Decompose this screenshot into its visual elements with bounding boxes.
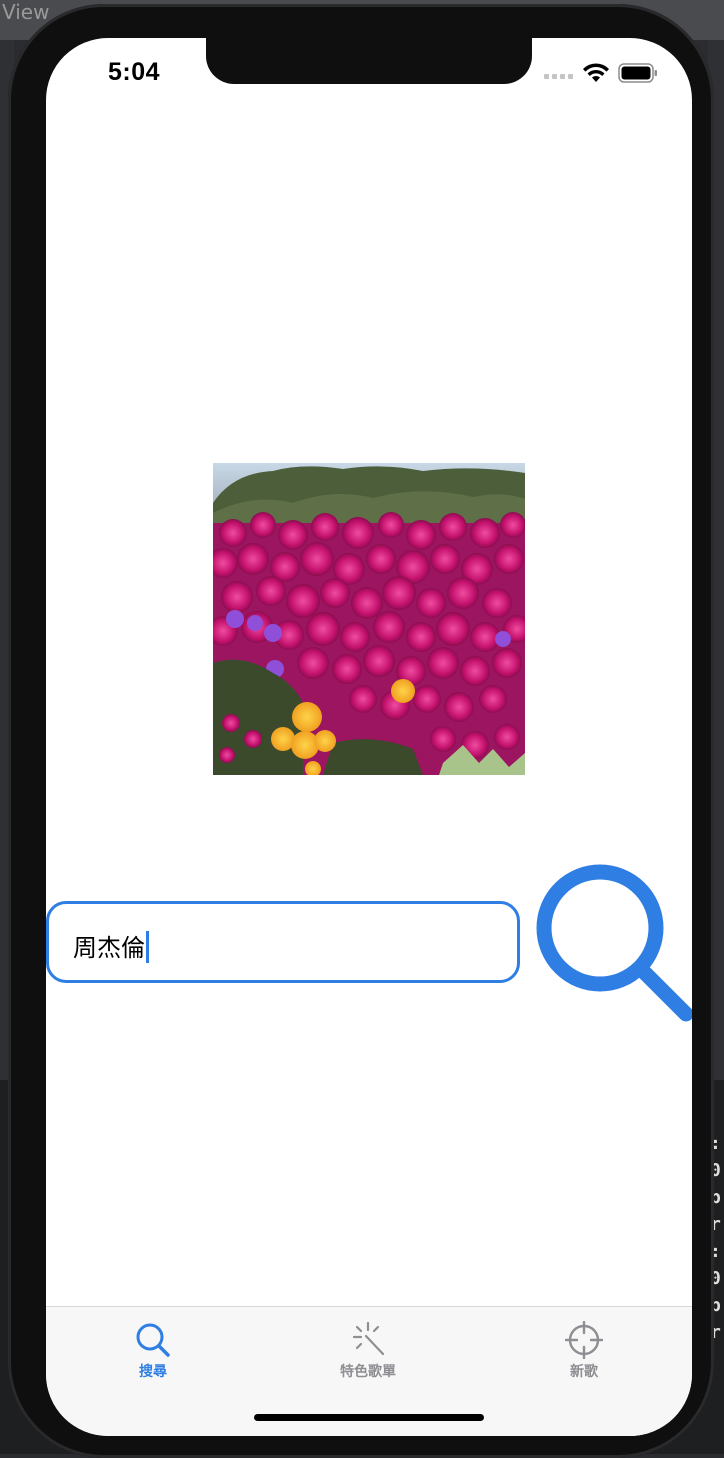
notch	[206, 38, 532, 84]
phone-frame: 5:04 周杰倫 搜尋 特色歌單 新歌	[8, 4, 714, 1458]
status-time: 5:04	[108, 58, 161, 86]
tab-featured-label: 特色歌單	[340, 1364, 396, 1380]
crosshair-icon	[565, 1321, 603, 1359]
home-indicator[interactable]	[254, 1414, 484, 1421]
tab-new-songs-label: 新歌	[570, 1364, 598, 1380]
text-cursor	[146, 931, 149, 963]
search-icon	[136, 1323, 170, 1357]
tab-search[interactable]: 搜尋	[83, 1307, 223, 1387]
ide-tab-label: View	[2, 0, 50, 24]
tab-featured-playlists[interactable]: 特色歌單	[298, 1307, 438, 1387]
tab-search-label: 搜尋	[139, 1364, 167, 1380]
battery-icon	[618, 63, 657, 83]
flower-photo	[213, 463, 525, 775]
sparkle-icon	[352, 1321, 385, 1356]
cellular-signal-icon	[544, 74, 573, 79]
search-input-text: 周杰倫	[73, 928, 149, 965]
search-input[interactable]: 周杰倫	[46, 901, 520, 983]
app-screen: 5:04 周杰倫 搜尋 特色歌單 新歌	[46, 38, 692, 1436]
wifi-icon	[583, 63, 609, 82]
tab-new-songs[interactable]: 新歌	[514, 1307, 654, 1387]
search-button-icon[interactable]	[534, 862, 692, 1032]
